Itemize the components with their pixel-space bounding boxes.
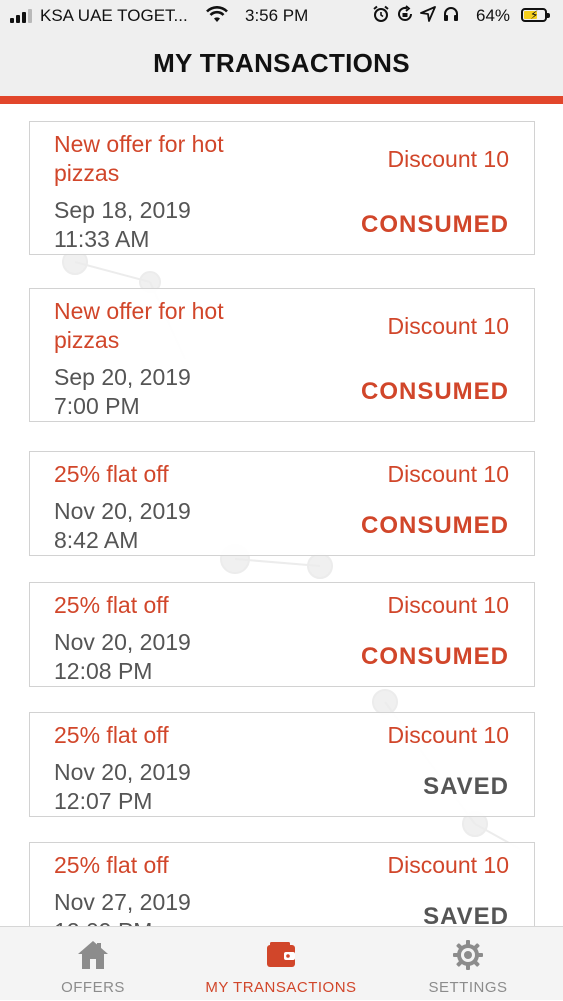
transaction-time: 7:00 PM <box>54 393 140 419</box>
transaction-card[interactable]: 25% flat off Discount 10 Nov 27, 2019 12… <box>29 842 535 926</box>
tab-bar: OFFERS MY TRANSACTIONS SETTINGS <box>0 926 563 1000</box>
battery-charging-icon: ⚡ <box>521 8 550 22</box>
header-accent-rule <box>0 96 563 104</box>
tab-my-transactions[interactable]: MY TRANSACTIONS <box>190 927 372 1001</box>
transaction-datetime: Nov 27, 2019 12:09 PM <box>54 888 191 926</box>
tab-settings[interactable]: SETTINGS <box>405 927 531 1001</box>
status-time: 3:56 PM <box>245 6 309 25</box>
transaction-date: Sep 18, 2019 <box>54 197 191 223</box>
signal-icon <box>10 9 32 23</box>
offer-title: New offer for hot pizzas <box>54 298 224 353</box>
transaction-datetime: Sep 18, 2019 11:33 AM <box>54 196 191 254</box>
status-badge: CONSUMED <box>360 378 509 405</box>
transaction-card[interactable]: 25% flat off Discount 10 Nov 20, 2019 12… <box>29 712 535 817</box>
offer-title: 25% flat off <box>54 592 169 618</box>
page-title: MY TRANSACTIONS <box>153 48 410 78</box>
transaction-time: 12:07 PM <box>54 788 153 814</box>
discount-label: Discount 10 <box>387 313 509 339</box>
home-icon <box>75 937 111 973</box>
headphones-icon <box>442 5 460 28</box>
wifi-icon <box>205 6 229 29</box>
discount-label: Discount 10 <box>387 722 509 748</box>
battery-percentage: 64% <box>476 6 511 25</box>
navigation-bar: MY TRANSACTIONS <box>0 32 563 96</box>
tab-label-offers: OFFERS <box>61 979 125 996</box>
discount-label: Discount 10 <box>387 852 509 878</box>
transaction-time: 8:42 AM <box>54 527 139 553</box>
transaction-time: 11:33 AM <box>54 226 150 252</box>
transaction-date: Nov 20, 2019 <box>54 629 191 655</box>
gear-icon <box>450 937 486 973</box>
location-icon <box>420 6 436 27</box>
discount-label: Discount 10 <box>387 461 509 487</box>
status-badge: CONSUMED <box>360 643 509 670</box>
transaction-time: 12:08 PM <box>54 658 153 684</box>
tab-label-my-transactions: MY TRANSACTIONS <box>205 979 357 996</box>
transactions-list[interactable]: New offer for hot pizzas Discount 10 Sep… <box>0 104 563 926</box>
tab-label-settings: SETTINGS <box>428 979 508 996</box>
offer-title: 25% flat off <box>54 722 169 748</box>
transaction-date: Nov 20, 2019 <box>54 498 191 524</box>
transaction-date: Sep 20, 2019 <box>54 364 191 390</box>
alarm-icon <box>372 5 390 28</box>
offer-title: New offer for hot pizzas <box>54 131 224 186</box>
transaction-date: Nov 27, 2019 <box>54 889 191 915</box>
transaction-time: 12:09 PM <box>54 917 191 926</box>
carrier-name: KSA UAE TOGET... <box>40 6 188 25</box>
status-badge: SAVED <box>423 903 509 926</box>
discount-label: Discount 10 <box>387 146 509 172</box>
status-badge: SAVED <box>423 773 509 800</box>
transaction-datetime: Sep 20, 2019 7:00 PM <box>54 363 191 421</box>
transaction-date: Nov 20, 2019 <box>54 759 191 785</box>
transaction-card[interactable]: 25% flat off Discount 10 Nov 20, 2019 8:… <box>29 451 535 556</box>
status-badge: CONSUMED <box>360 211 509 238</box>
transaction-datetime: Nov 20, 2019 12:07 PM <box>54 758 191 816</box>
status-badge: CONSUMED <box>360 512 509 539</box>
offer-title: 25% flat off <box>54 461 169 487</box>
transaction-datetime: Nov 20, 2019 8:42 AM <box>54 497 191 555</box>
transaction-card[interactable]: New offer for hot pizzas Discount 10 Sep… <box>29 288 535 422</box>
status-bar: KSA UAE TOGET... 3:56 PM 64% ⚡ <box>0 0 563 32</box>
tab-offers[interactable]: OFFERS <box>30 927 156 1001</box>
transaction-card[interactable]: 25% flat off Discount 10 Nov 20, 2019 12… <box>29 582 535 687</box>
wallet-icon <box>263 937 299 973</box>
transaction-datetime: Nov 20, 2019 12:08 PM <box>54 628 191 686</box>
transaction-card[interactable]: New offer for hot pizzas Discount 10 Sep… <box>29 121 535 255</box>
offer-title: 25% flat off <box>54 852 169 878</box>
rotation-lock-icon <box>396 5 414 28</box>
discount-label: Discount 10 <box>387 592 509 618</box>
